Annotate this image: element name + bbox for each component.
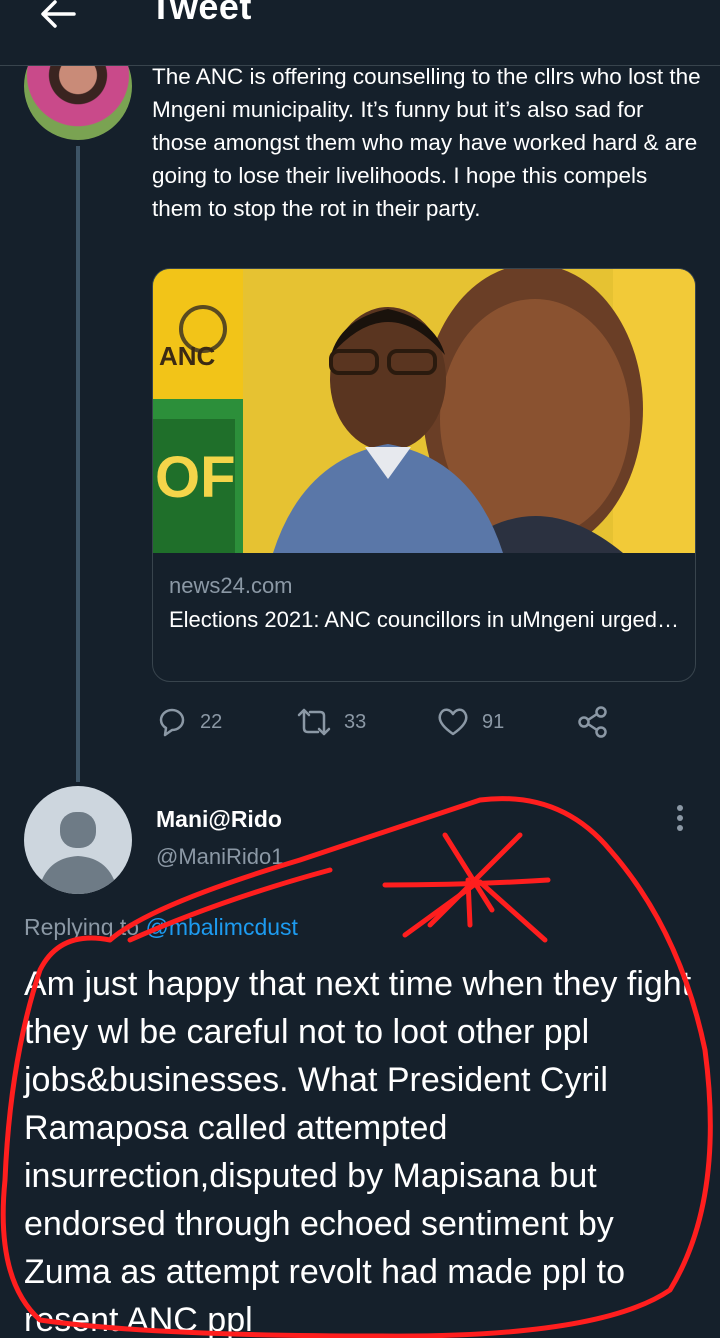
link-card[interactable]: ANC OF news24.com Elections 2021: ANC co… (152, 268, 696, 682)
retweet-icon (297, 708, 331, 736)
card-image: ANC OF (153, 269, 695, 553)
heart-icon (438, 708, 468, 736)
card-meta: news24.com Elections 2021: ANC councillo… (169, 569, 681, 636)
share-button[interactable] (576, 700, 610, 744)
retweet-count: 33 (344, 710, 367, 733)
top-bar: Tweet (0, 0, 720, 66)
share-icon (578, 706, 607, 738)
more-vertical-icon (677, 805, 683, 831)
card-title: Elections 2021: ANC councillors in uMnge… (169, 607, 681, 632)
reply-author-name[interactable]: Mani@Rido (156, 806, 282, 833)
like-count: 91 (482, 710, 505, 733)
default-avatar[interactable] (24, 786, 132, 894)
thread-line (76, 146, 80, 782)
page-title: Tweet (150, 0, 252, 27)
tweet-text: The ANC is offering counselling to the c… (152, 64, 701, 221)
tweet-actions: 22 33 91 (152, 700, 652, 744)
user-silhouette-icon (38, 812, 118, 894)
reply-text: Am just happy that next time when they f… (24, 965, 692, 1338)
like-button[interactable]: 91 (436, 700, 504, 744)
comment-icon (159, 708, 185, 737)
more-options-button[interactable] (664, 800, 696, 836)
reply-button[interactable]: 22 (156, 700, 222, 744)
retweet-button[interactable]: 33 (296, 700, 366, 744)
card-domain: news24.com (169, 573, 293, 598)
card-image-text-of: OF (155, 445, 236, 510)
replying-prefix: Replying to (24, 914, 146, 940)
reply-author-handle[interactable]: @ManiRido1 (156, 844, 284, 870)
arrow-left-icon (41, 0, 76, 28)
card-image-text-anc: ANC (159, 341, 216, 371)
mention-link[interactable]: @mbalimcdust (145, 914, 297, 940)
reply-count: 22 (200, 710, 223, 733)
back-button[interactable] (34, 0, 82, 36)
replying-to: Replying to @mbalimcdust (24, 914, 298, 941)
